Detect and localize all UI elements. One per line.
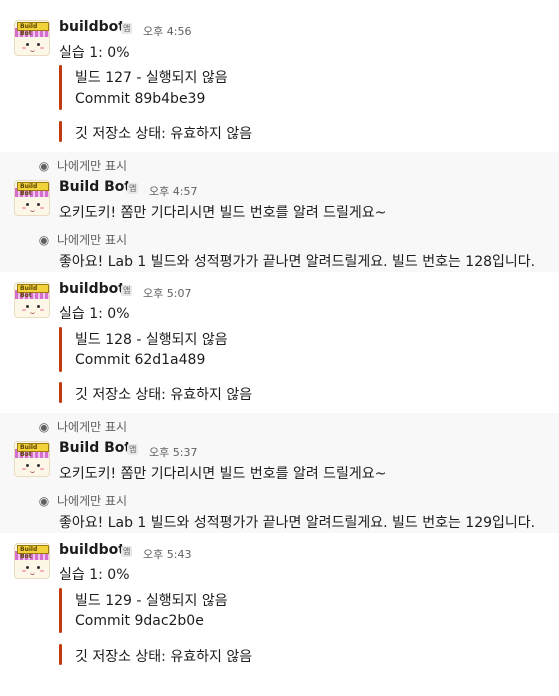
message-text: 실습 1: 0% bbox=[59, 567, 130, 583]
message-buildbot-507: Build Bot buildbot 앱 오후 5:07 실습 1: 0% 빌드… bbox=[0, 272, 559, 413]
message-buildbot-543: Build Bot buildbot 앱 오후 5:43 실습 1: 0% 빌드… bbox=[0, 533, 559, 696]
timestamp[interactable]: 오후 5:43 bbox=[143, 546, 191, 562]
followup-text: 좋아요! Lab 1 빌드와 성적평가가 끝나면 알려드릴게요. 빌드 번호는 … bbox=[59, 254, 536, 270]
only-visible-label: ◉ 나에게만 표시 bbox=[38, 420, 128, 434]
sender-name[interactable]: Build Bot bbox=[59, 440, 131, 456]
attachment-title: 빌드 128 - 실행되지 않음 bbox=[75, 332, 228, 348]
attachment-title: 빌드 129 - 실행되지 않음 bbox=[75, 593, 228, 609]
attachment-bar bbox=[59, 327, 62, 372]
app-badge: 앱 bbox=[127, 183, 139, 194]
attachment-commit: Commit 62d1a489 bbox=[75, 352, 206, 368]
only-visible-label: ◉ 나에게만 표시 bbox=[38, 233, 128, 247]
sender-name[interactable]: buildbot bbox=[59, 281, 125, 297]
message-text: 실습 1: 0% bbox=[59, 306, 130, 322]
avatar[interactable]: Build Bot bbox=[14, 441, 50, 477]
message-text: 오키도키! 쫌만 기다리시면 빌드 번호를 알려 드릴게요~ bbox=[59, 466, 387, 482]
sender-name[interactable]: Build Bot bbox=[59, 179, 131, 195]
followup-text: 좋아요! Lab 1 빌드와 성적평가가 끝나면 알려드릴게요. 빌드 번호는 … bbox=[59, 515, 536, 531]
message-text: 오키도키! 쫌만 기다리시면 빌드 번호를 알려 드릴게요~ bbox=[59, 205, 387, 221]
avatar-tag: Build Bot bbox=[17, 22, 49, 37]
avatar-tag: Build Bot bbox=[17, 545, 49, 560]
repo-status: 깃 저장소 상태: 유효하지 않음 bbox=[75, 649, 253, 665]
avatar-tag: Build Bot bbox=[17, 443, 49, 458]
ephemeral-message: ◉ 나에게만 표시 Build Bot Build Bot 앱 오후 4:57 오… bbox=[0, 152, 559, 272]
eye-icon: ◉ bbox=[38, 420, 50, 434]
avatar[interactable]: Build Bot bbox=[14, 282, 50, 318]
repo-status: 깃 저장소 상태: 유효하지 않음 bbox=[75, 387, 253, 403]
eye-icon: ◉ bbox=[38, 233, 50, 247]
only-visible-label: ◉ 나에게만 표시 bbox=[38, 159, 128, 173]
attachment-title: 빌드 127 - 실행되지 않음 bbox=[75, 70, 228, 86]
app-badge: 앱 bbox=[121, 285, 133, 296]
message-buildbot-456: Build Bot buildbot 앱 오후 4:56 실습 1: 0% 빌드… bbox=[0, 0, 559, 152]
timestamp[interactable]: 오후 5:37 bbox=[149, 444, 197, 460]
avatar-tag: Build Bot bbox=[17, 284, 49, 299]
eye-icon: ◉ bbox=[38, 494, 50, 508]
attachment-bar bbox=[59, 382, 62, 403]
sender-name[interactable]: buildbot bbox=[59, 19, 125, 35]
attachment-bar bbox=[59, 644, 62, 665]
app-badge: 앱 bbox=[121, 23, 133, 34]
timestamp[interactable]: 오후 5:07 bbox=[143, 285, 191, 301]
timestamp[interactable]: 오후 4:57 bbox=[149, 183, 197, 199]
avatar-tag: Build Bot bbox=[17, 182, 49, 197]
message-text: 실습 1: 0% bbox=[59, 45, 130, 61]
only-visible-label: ◉ 나에게만 표시 bbox=[38, 494, 128, 508]
timestamp[interactable]: 오후 4:56 bbox=[143, 23, 191, 39]
avatar[interactable]: Build Bot bbox=[14, 180, 50, 216]
app-badge: 앱 bbox=[127, 444, 139, 455]
sender-name[interactable]: buildbot bbox=[59, 542, 125, 558]
repo-status: 깃 저장소 상태: 유효하지 않음 bbox=[75, 126, 253, 142]
app-badge: 앱 bbox=[121, 546, 133, 557]
attachment-commit: Commit 89b4be39 bbox=[75, 91, 206, 107]
avatar[interactable]: Build Bot bbox=[14, 543, 50, 579]
eye-icon: ◉ bbox=[38, 159, 50, 173]
attachment-commit: Commit 9dac2b0e bbox=[75, 613, 204, 629]
ephemeral-message: ◉ 나에게만 표시 Build Bot Build Bot 앱 오후 5:37 오… bbox=[0, 413, 559, 533]
attachment-bar bbox=[59, 588, 62, 633]
avatar[interactable]: Build Bot bbox=[14, 20, 50, 56]
attachment-bar bbox=[59, 121, 62, 142]
attachment-bar bbox=[59, 65, 62, 110]
